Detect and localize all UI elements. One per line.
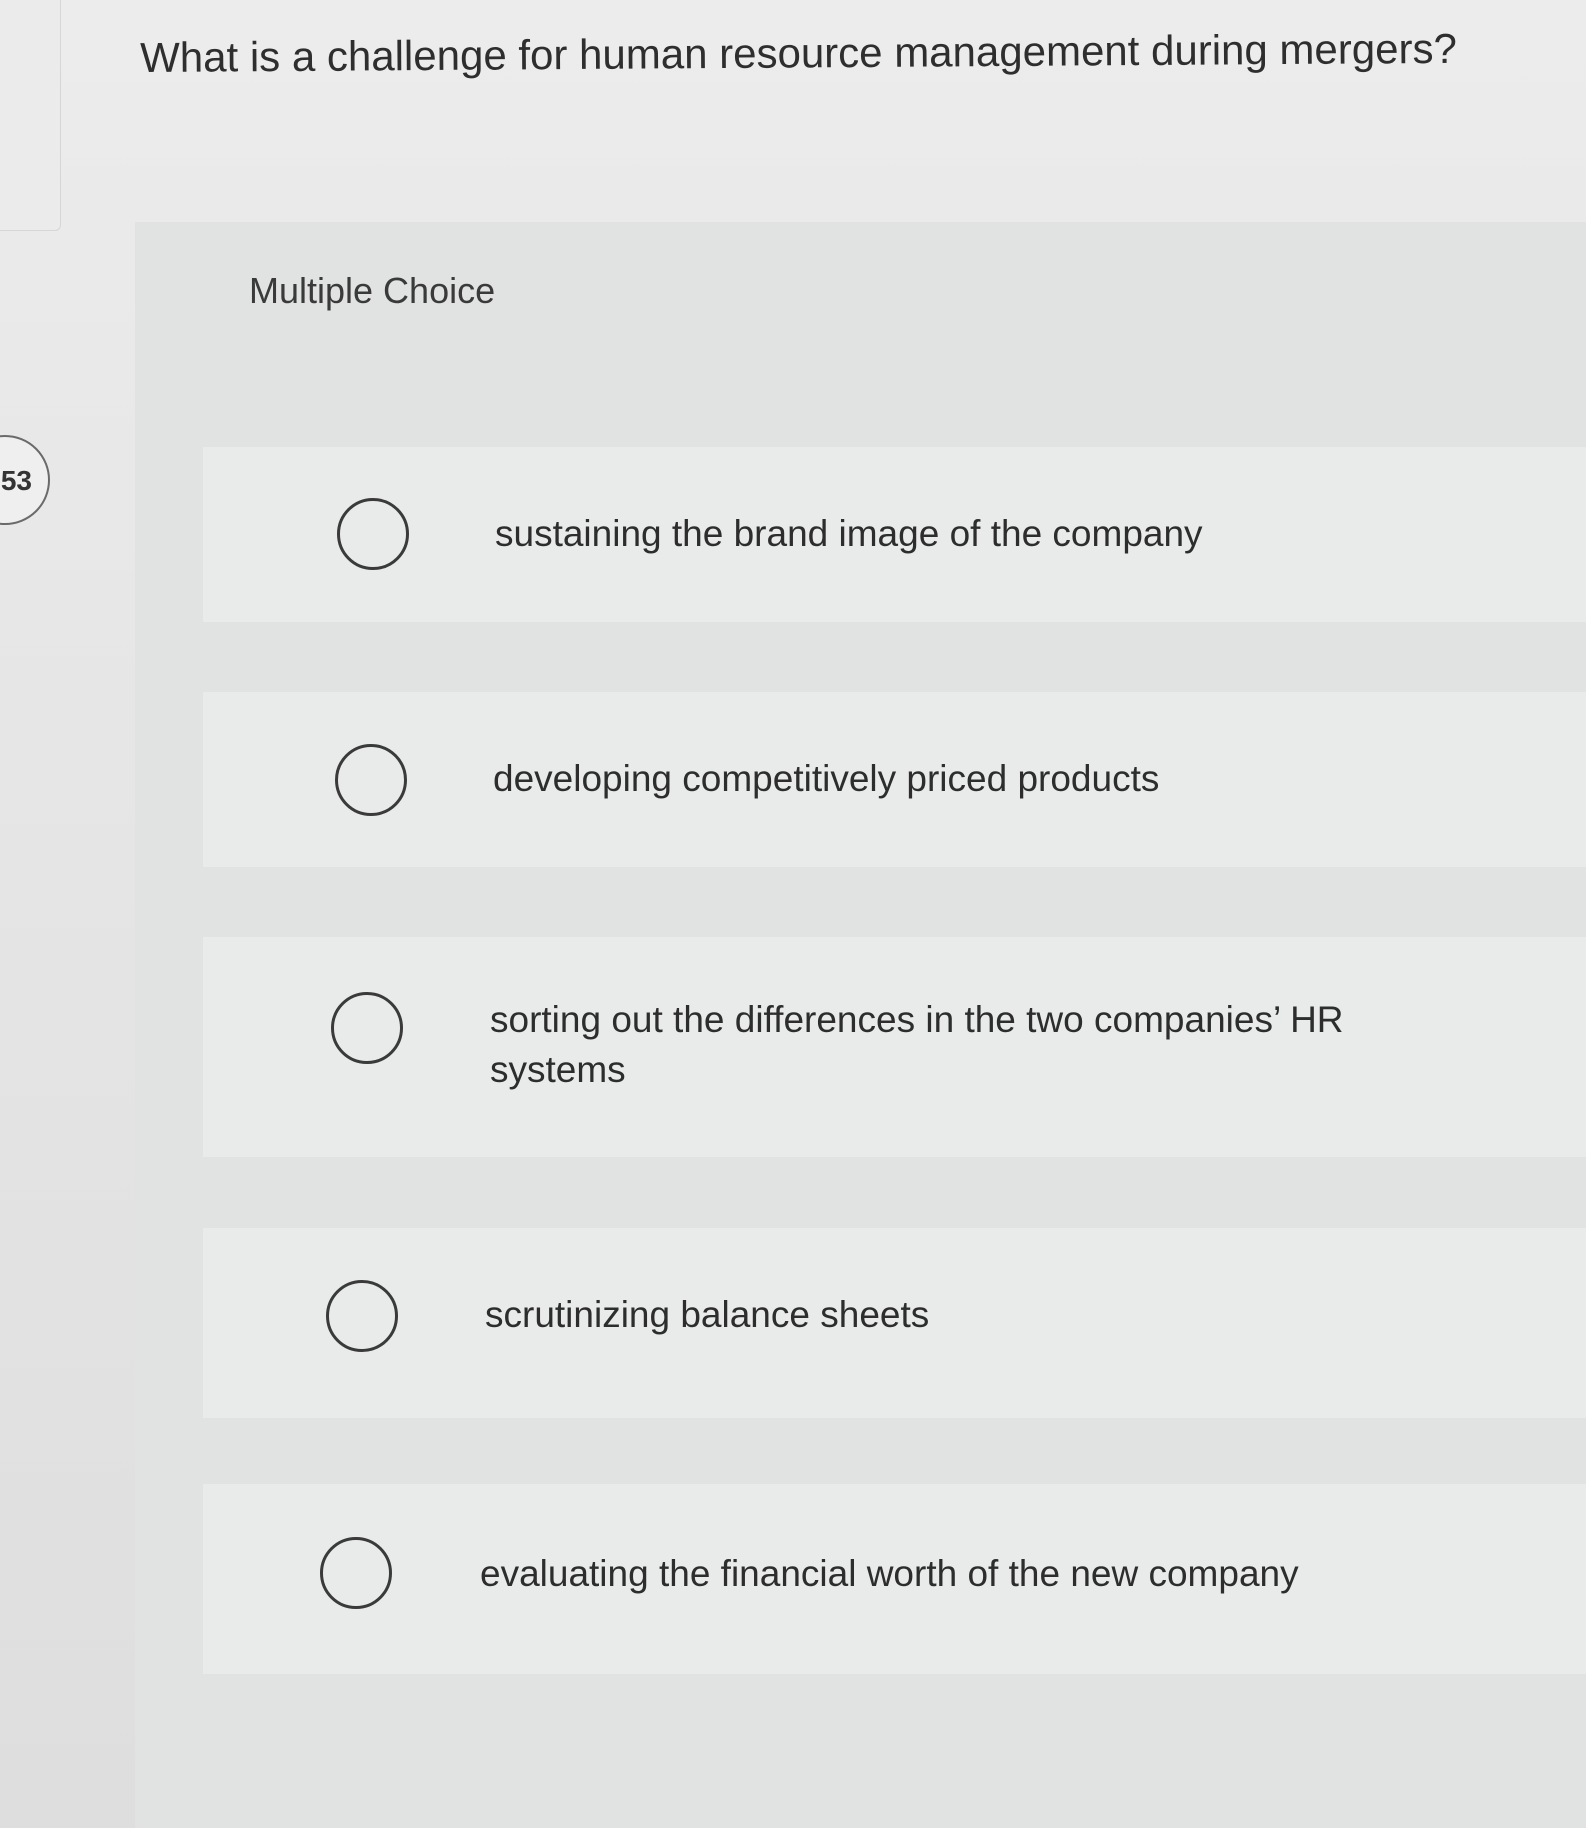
option-label: sorting out the differences in the two c… xyxy=(490,999,1344,1090)
left-edge-frame xyxy=(0,0,61,231)
option-3[interactable]: sorting out the differences in the two c… xyxy=(203,937,1586,1157)
option-5[interactable]: evaluating the financial worth of the ne… xyxy=(203,1484,1586,1674)
question-number-badge[interactable]: 53 xyxy=(0,435,50,525)
option-1[interactable]: sustaining the brand image of the compan… xyxy=(203,447,1586,622)
radio-button[interactable] xyxy=(331,992,403,1064)
question-number-text: 53 xyxy=(0,465,32,496)
multiple-choice-panel: Multiple Choice sustaining the brand ima… xyxy=(135,222,1586,1828)
option-label: evaluating the financial worth of the ne… xyxy=(480,1553,1299,1594)
radio-button[interactable] xyxy=(326,1280,398,1352)
panel-label: Multiple Choice xyxy=(249,270,496,311)
question-text: What is a challenge for human resource m… xyxy=(140,24,1457,81)
radio-button[interactable] xyxy=(320,1537,392,1609)
option-2[interactable]: developing competitively priced products xyxy=(203,692,1586,867)
option-4[interactable]: scrutinizing balance sheets xyxy=(203,1228,1586,1418)
radio-button[interactable] xyxy=(335,744,407,816)
option-label: scrutinizing balance sheets xyxy=(485,1294,930,1335)
option-label: sustaining the brand image of the compan… xyxy=(495,513,1203,554)
radio-button[interactable] xyxy=(337,498,409,570)
option-label: developing competitively priced products xyxy=(493,758,1160,799)
